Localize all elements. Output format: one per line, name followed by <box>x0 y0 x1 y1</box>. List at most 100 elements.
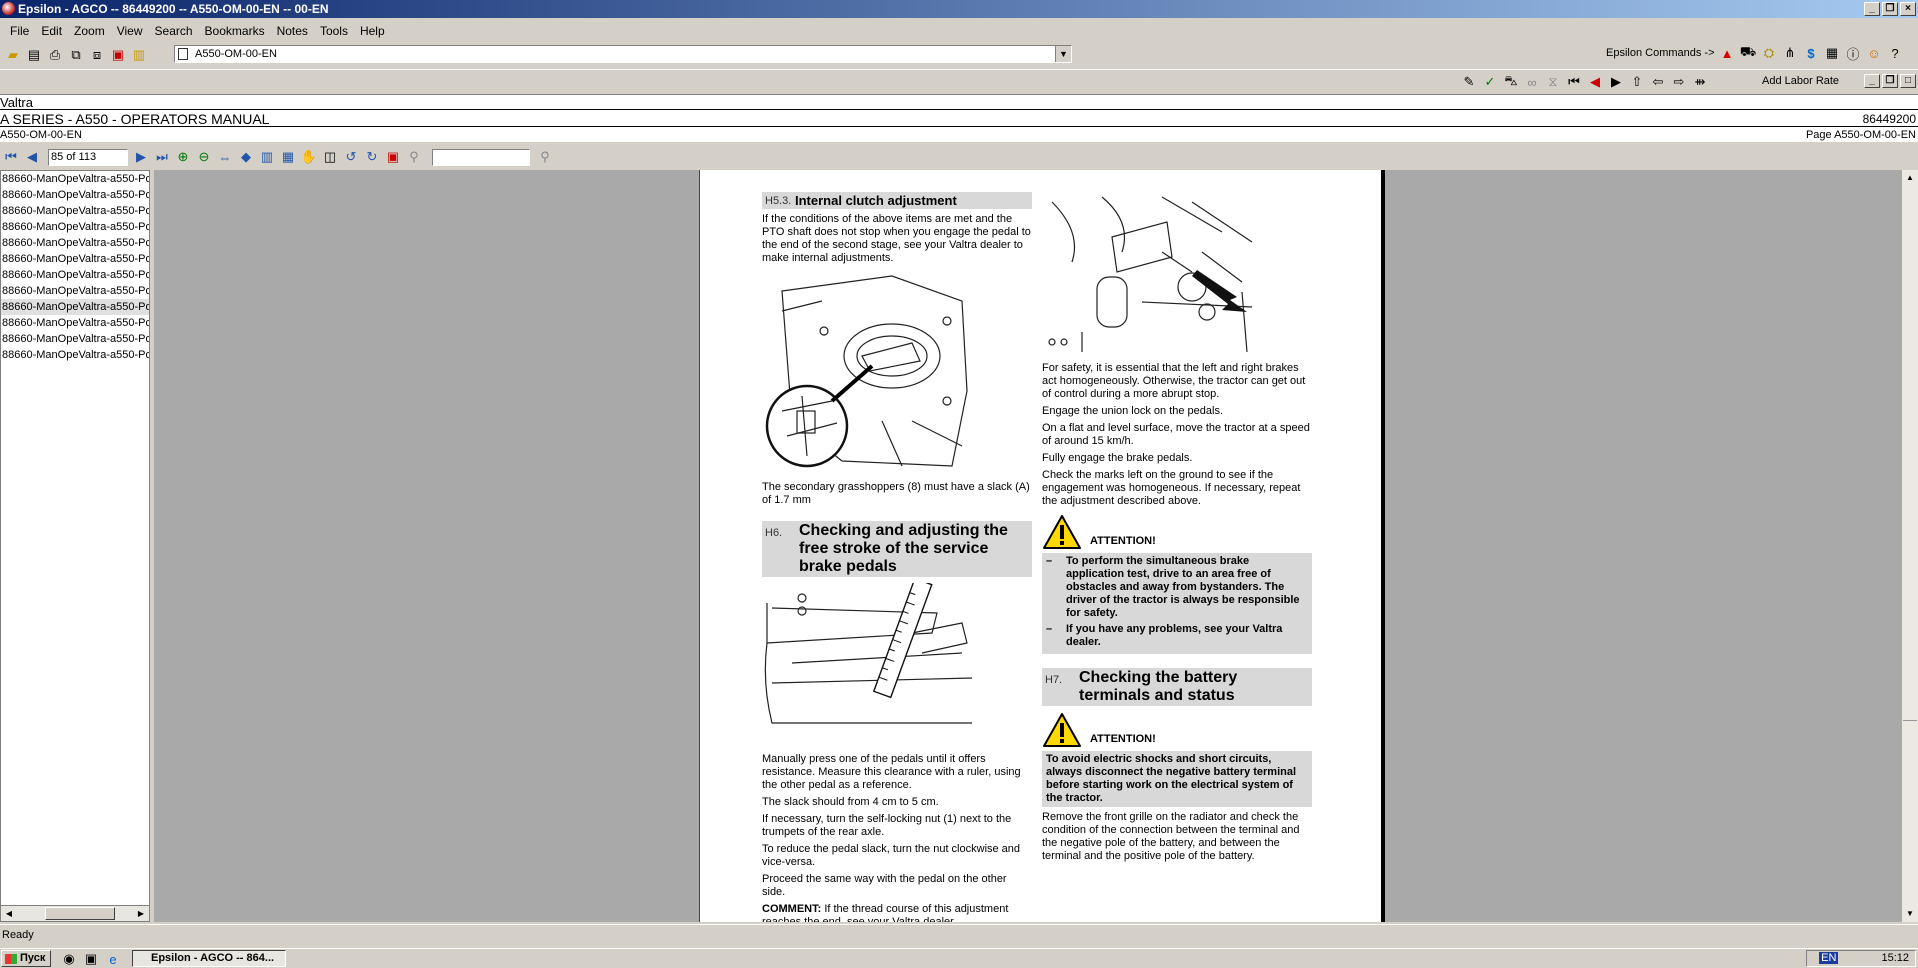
close-button[interactable]: × <box>1900 2 1916 16</box>
back-icon[interactable]: ⇦ <box>1649 73 1667 91</box>
edit-note-icon[interactable]: ✎ <box>1460 73 1478 91</box>
minimize-button[interactable]: _ <box>1864 2 1880 16</box>
windows-flag-icon <box>5 954 17 964</box>
quicklaunch-browser-icon[interactable]: e <box>104 950 122 968</box>
menu-help[interactable]: Help <box>354 24 391 38</box>
doc-restore-button[interactable]: ❐ <box>1882 74 1898 88</box>
zoom-in-icon[interactable]: ⊕ <box>174 148 192 166</box>
menu-view[interactable]: View <box>111 24 149 38</box>
scroll-thumb[interactable] <box>45 907 115 920</box>
scroll-right-icon[interactable]: ▶ <box>134 907 148 920</box>
parts-icon[interactable]: ⛭ <box>1760 44 1778 62</box>
warning-icon[interactable]: ▲ <box>1718 44 1736 62</box>
quicklaunch-ie-icon[interactable]: ◉ <box>60 950 78 968</box>
forward-icon[interactable]: ⇨ <box>1670 73 1688 91</box>
add-labor-rate-button[interactable]: Add Labor Rate <box>1762 75 1839 87</box>
last-page-icon[interactable]: ⏭ <box>153 148 171 166</box>
tree-item[interactable]: 88660-ManOpeValtra-a550-Po <box>1 283 149 299</box>
doc-maximize-button[interactable]: □ <box>1900 74 1916 88</box>
notes-icon[interactable]: ▣ <box>109 46 127 64</box>
tree-item[interactable]: 88660-ManOpeValtra-a550-Po <box>1 331 149 347</box>
help-icon[interactable]: ? <box>1886 44 1904 62</box>
zoom-out-icon[interactable]: ⊖ <box>195 148 213 166</box>
link-icon[interactable]: ∞ <box>1523 73 1541 91</box>
scroll-down-icon[interactable]: ▼ <box>1903 907 1917 921</box>
document-address-combo[interactable]: A550-OM-00-EN ▼ <box>174 45 1072 63</box>
menu-notes[interactable]: Notes <box>271 24 314 38</box>
info-icon[interactable]: ⓘ <box>1844 44 1862 62</box>
manual-icon[interactable]: ▦ <box>1823 44 1841 62</box>
title-bar: Epsilon - AGCO -- 86449200 -- A550-OM-00… <box>0 0 1918 18</box>
open-folder-icon[interactable]: ▰ <box>4 46 22 64</box>
single-page-icon[interactable]: ▥ <box>258 148 276 166</box>
print-icon[interactable]: ⎙ <box>46 46 64 64</box>
search-icon[interactable]: ⚲ <box>405 148 423 166</box>
next-page-icon[interactable]: ▶ <box>132 148 150 166</box>
language-indicator[interactable]: EN <box>1819 952 1839 964</box>
viewer-vertical-scrollbar[interactable]: ▲ ▼ <box>1902 170 1918 922</box>
thumbnails-icon[interactable]: ▦ <box>279 148 297 166</box>
pan-hand-icon[interactable]: ✋ <box>300 148 318 166</box>
first-page-icon[interactable]: ⏮ <box>2 148 20 166</box>
tree-item[interactable]: 88660-ManOpeValtra-a550-Po <box>1 347 149 363</box>
tree-item[interactable]: 88660-ManOpeValtra-a550-Po <box>1 187 149 203</box>
rotate-right-icon[interactable]: ↻ <box>363 148 381 166</box>
two-page-icon[interactable]: ◫ <box>321 148 339 166</box>
attention-box: – To perform the simultaneous brake appli… <box>1042 553 1312 654</box>
quicklaunch-save-icon[interactable]: ▣ <box>82 950 100 968</box>
bookmark-icon[interactable]: ▣ <box>384 148 402 166</box>
scroll-left-icon[interactable]: ◀ <box>2 907 16 920</box>
up-icon[interactable]: ⇧ <box>1628 73 1646 91</box>
sidebar-horizontal-scrollbar[interactable]: ◀ ▶ <box>1 905 149 921</box>
tractor-icon[interactable]: ⛟ <box>1739 44 1757 62</box>
section-h7-heading: H7. Checking the battery terminals and s… <box>1042 668 1312 706</box>
next-icon[interactable]: ▶ <box>1607 73 1625 91</box>
scroll-thumb[interactable] <box>1903 720 1917 892</box>
scroll-up-icon[interactable]: ▲ <box>1903 171 1917 185</box>
tree-view-icon[interactable]: ⧉ <box>67 46 85 64</box>
menu-zoom[interactable]: Zoom <box>68 24 111 38</box>
start-button[interactable]: Пуск <box>1 950 51 967</box>
page-number-input[interactable]: 85 of 113 <box>48 148 128 166</box>
tree-item[interactable]: 88660-ManOpeValtra-a550-Po <box>1 219 149 235</box>
tree-item[interactable]: 88660-ManOpeValtra-a550-Po <box>1 235 149 251</box>
tree-expand-icon[interactable]: ⧈ <box>88 46 106 64</box>
tree-item[interactable]: 88660-ManOpeValtra-a550-Po <box>1 267 149 283</box>
taskbar-epsilon-button[interactable]: Epsilon - AGCO -- 864... <box>132 950 286 967</box>
restore-button[interactable]: ❐ <box>1882 2 1898 16</box>
tree-item[interactable]: 88660-ManOpeValtra-a550-Po <box>1 171 149 187</box>
brand-name: Valtra <box>0 95 33 110</box>
menu-edit[interactable]: Edit <box>35 24 68 38</box>
unlink-icon[interactable]: ⧖ <box>1544 73 1562 91</box>
fit-page-icon[interactable]: ◆ <box>237 148 255 166</box>
first-page-icon[interactable]: ⏮ <box>1565 73 1583 91</box>
paragraph: Remove the front grille on the radiator … <box>1042 811 1300 862</box>
tree-item[interactable]: 88660-ManOpeValtra-a550-Po <box>1 203 149 219</box>
prev-red-icon[interactable]: ◀ <box>1586 73 1604 91</box>
search-input[interactable] <box>432 148 530 166</box>
secondary-toolbar-icons: ✎ ✓ ⛍ ∞ ⧖ ⏮ ◀ ▶ ⇧ ⇦ ⇨ ⇻ <box>1460 73 1712 91</box>
doc-minimize-button[interactable]: _ <box>1864 74 1880 88</box>
menu-tools[interactable]: Tools <box>314 24 354 38</box>
page-setup-icon[interactable]: ▤ <box>25 46 43 64</box>
prev-page-icon[interactable]: ◀ <box>23 148 41 166</box>
chevron-down-icon[interactable]: ▼ <box>1055 46 1071 62</box>
search-go-icon[interactable]: ⚲ <box>536 148 554 166</box>
tree-item[interactable]: 88660-ManOpeValtra-a550-Po <box>1 315 149 331</box>
checkmark-icon[interactable]: ✓ <box>1481 73 1499 91</box>
fast-forward-icon[interactable]: ⇻ <box>1691 73 1709 91</box>
cart-icon[interactable]: ⛍ <box>1502 73 1520 91</box>
window-title: Epsilon - AGCO -- 86449200 -- A550-OM-00… <box>18 2 329 16</box>
fit-width-icon[interactable]: ⇔ <box>216 148 234 166</box>
menu-search[interactable]: Search <box>149 24 199 38</box>
dollar-icon[interactable]: $ <box>1802 44 1820 62</box>
tree-item[interactable]: 88660-ManOpeValtra-a550-Po <box>1 251 149 267</box>
tree-item[interactable]: 88660-ManOpeValtra-a550-Po <box>1 299 149 315</box>
rotate-left-icon[interactable]: ↺ <box>342 148 360 166</box>
menu-bookmarks[interactable]: Bookmarks <box>199 24 271 38</box>
user-icon[interactable]: ☺ <box>1865 44 1883 62</box>
hierarchy-icon[interactable]: ⋔ <box>1781 44 1799 62</box>
menu-file[interactable]: File <box>4 24 35 38</box>
secondary-toolbar: ✎ ✓ ⛍ ∞ ⧖ ⏮ ◀ ▶ ⇧ ⇦ ⇨ ⇻ Add Labor Rate _… <box>0 69 1918 93</box>
clipboard-icon[interactable]: ▥ <box>130 46 148 64</box>
